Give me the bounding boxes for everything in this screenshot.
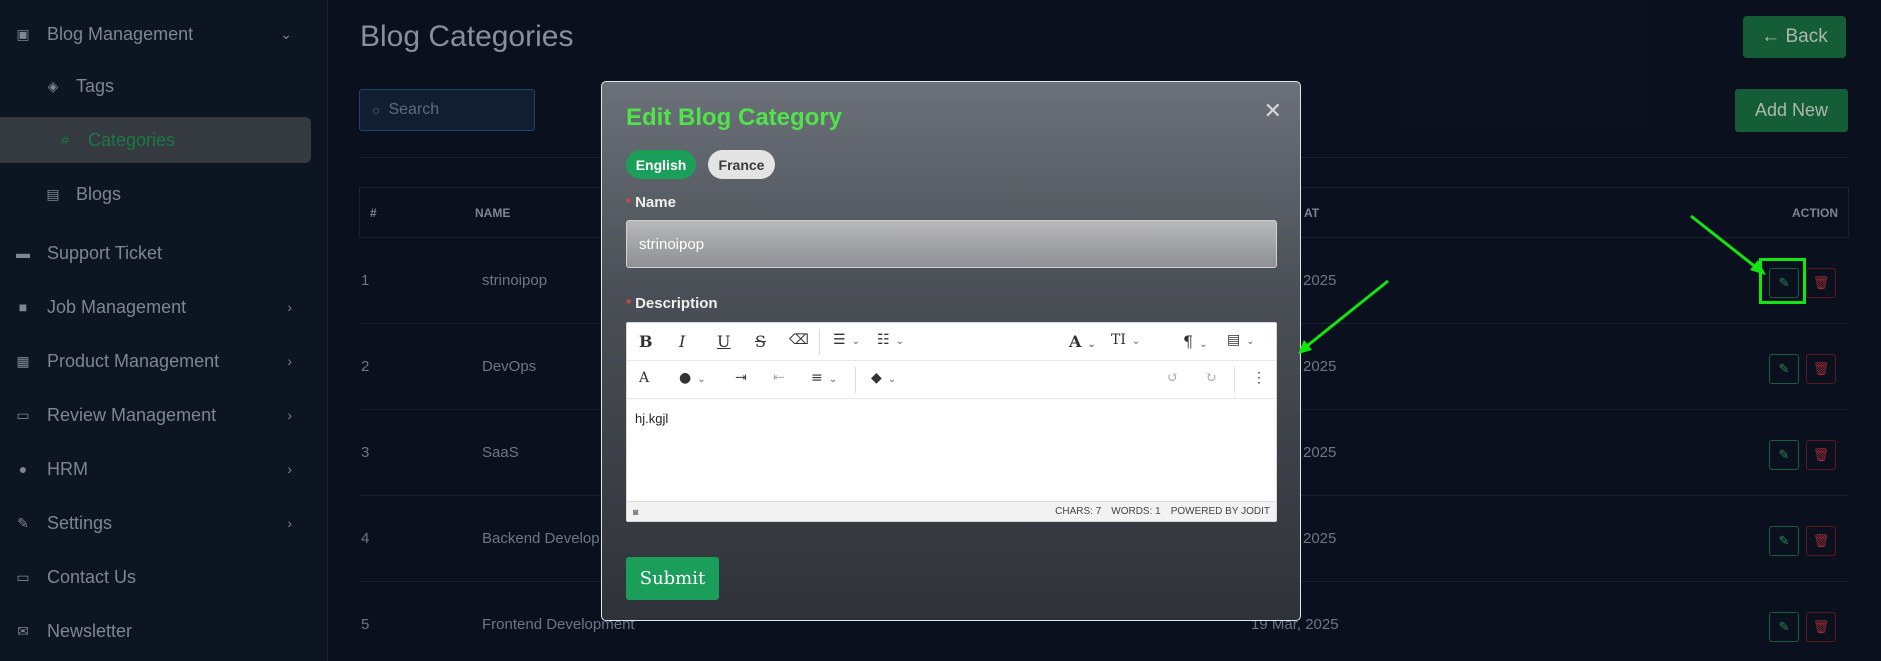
submit-button[interactable]: Submit <box>626 557 719 600</box>
color-drop-icon[interactable]: ◆ ⌄ <box>871 370 896 386</box>
block-icon[interactable]: ▤ ⌄ <box>1227 332 1255 348</box>
tab-english[interactable]: English <box>626 150 696 179</box>
align-icon[interactable]: ≡ ⌄ <box>811 370 837 386</box>
description-label: * Description <box>626 295 718 312</box>
editor-toolbar-row-1: B I U S ⌫ ☰ ⌄ ☷ ⌄ A ⌄ TI ⌄ ¶ ⌄ ▤ ⌄ <box>627 323 1276 361</box>
font-size-icon[interactable]: TI ⌄ <box>1111 332 1140 348</box>
annotation-highlight-box <box>1759 258 1806 304</box>
outdent-icon[interactable]: ⇤ <box>773 370 785 386</box>
edit-category-modal: Edit Blog Category ✕ English France * Nam… <box>601 81 1301 621</box>
description-label-text: Description <box>635 295 718 312</box>
modal-title: Edit Blog Category <box>626 104 843 131</box>
resize-grip-icon[interactable]: ◙ <box>633 507 638 517</box>
more-vertical-icon[interactable]: ⋮ <box>1252 370 1266 386</box>
editor-toolbar-row-2: A ● ⌄ ⇥ ⇤ ≡ ⌄ ◆ ⌄ ↺ ↻ ⋮ <box>627 361 1276 399</box>
numbered-list-icon[interactable]: ☷ ⌄ <box>877 332 904 348</box>
word-count: WORDS: 1 <box>1111 506 1161 517</box>
indent-icon[interactable]: ⇥ <box>735 370 747 386</box>
char-count: CHARS: 7 <box>1055 506 1102 517</box>
eraser-icon[interactable]: ⌫ <box>789 332 809 348</box>
name-label: * Name <box>626 194 676 211</box>
required-marker: * <box>626 195 632 210</box>
italic-icon[interactable]: I <box>679 332 685 351</box>
editor-status-bar: ◙ CHARS: 7 WORDS: 1 POWERED BY JODIT <box>627 501 1276 521</box>
bold-icon[interactable]: B <box>639 332 653 351</box>
powered-by: POWERED BY JODIT <box>1170 506 1270 517</box>
close-icon[interactable]: ✕ <box>1264 98 1282 124</box>
redo-icon[interactable]: ↻ <box>1205 370 1217 386</box>
name-field[interactable]: strinoipop <box>626 220 1277 268</box>
strikethrough-icon[interactable]: S <box>755 332 766 351</box>
toolbar-divider <box>1234 367 1235 393</box>
toolbar-divider <box>855 367 856 393</box>
undo-icon[interactable]: ↺ <box>1167 370 1179 386</box>
font-icon[interactable]: A ⌄ <box>1069 332 1096 351</box>
editor-content[interactable]: hj.kgjl <box>635 411 668 426</box>
microphone-icon[interactable]: ● ⌄ <box>679 370 706 386</box>
name-label-text: Name <box>635 194 676 211</box>
bullet-list-icon[interactable]: ☰ ⌄ <box>833 332 860 348</box>
spellcheck-icon[interactable]: A <box>639 370 649 386</box>
toolbar-divider <box>819 329 820 355</box>
required-marker: * <box>626 296 632 311</box>
rich-text-editor: B I U S ⌫ ☰ ⌄ ☷ ⌄ A ⌄ TI ⌄ ¶ ⌄ ▤ ⌄ A ● ⌄ ⇥ ⇤ ≡ ⌄… <box>626 322 1277 522</box>
paragraph-icon[interactable]: ¶ ⌄ <box>1183 332 1208 351</box>
tab-france[interactable]: France <box>708 150 775 179</box>
underline-icon[interactable]: U <box>717 332 730 351</box>
